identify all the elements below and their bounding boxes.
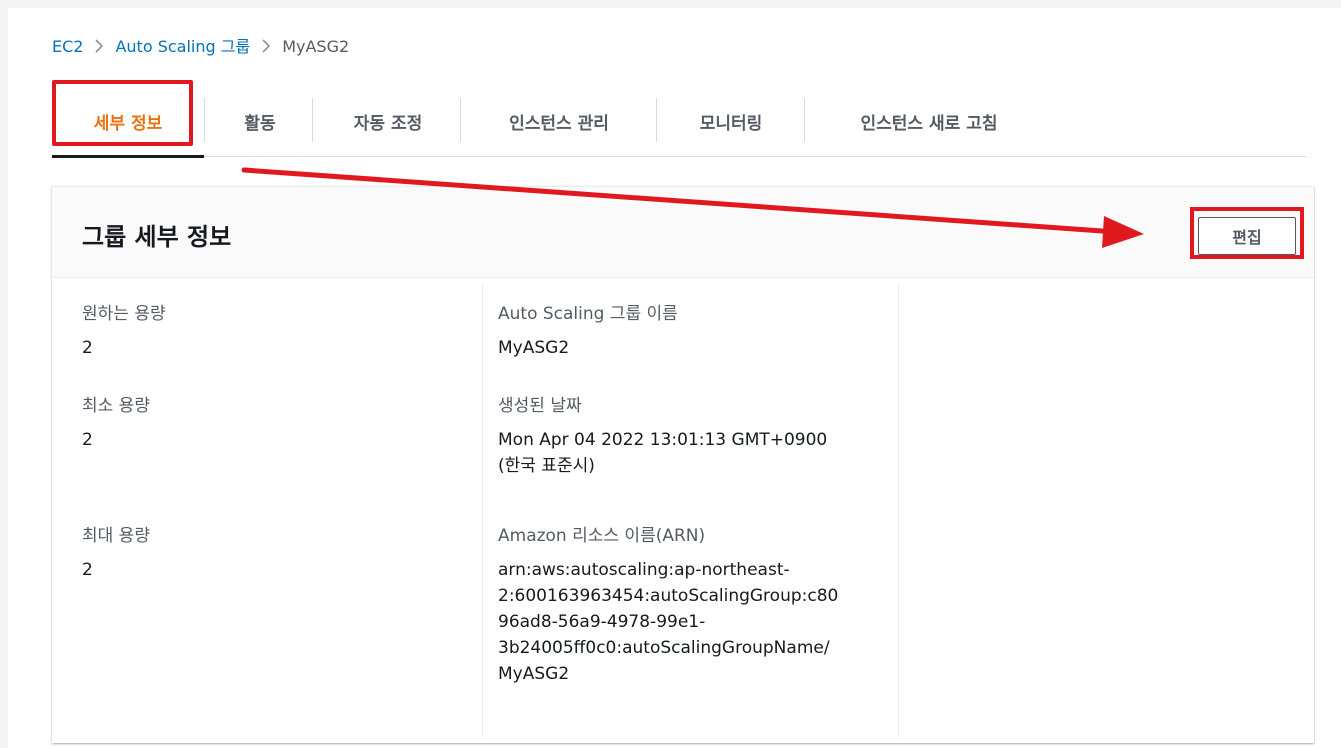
tab-bar: 세부 정보 활동 자동 조정 인스턴스 관리 모니터링 인스턴스 새로 고침: [52, 86, 1306, 158]
arn: Amazon 리소스 이름(ARN) arn:aws:autoscaling:a…: [498, 523, 888, 687]
tab-divider: [804, 98, 805, 142]
tab-automatic-scaling[interactable]: 자동 조정: [318, 86, 458, 156]
tab-divider: [204, 98, 205, 142]
min-capacity-label: 최소 용량: [82, 396, 150, 416]
page: EC2 Auto Scaling 그룹 MyASG2 세부 정보 활동 자동 조…: [8, 8, 1341, 748]
max-capacity: 최대 용량 2: [82, 523, 150, 583]
chevron-right-icon: [250, 36, 282, 58]
max-capacity-label: 최대 용량: [82, 526, 150, 546]
group-name-value: MyASG2: [498, 338, 570, 358]
created-date-line: Mon Apr 04 2022 13:01:13 GMT+0900: [498, 430, 828, 450]
arn-line: 3b24005ff0c0:autoScalingGroupName/: [498, 638, 830, 658]
min-capacity: 최소 용량 2: [82, 393, 150, 453]
breadcrumb-auto-scaling-groups[interactable]: Auto Scaling 그룹: [115, 36, 250, 58]
max-capacity-value: 2: [82, 560, 93, 580]
created-date-value: Mon Apr 04 2022 13:01:13 GMT+0900 (한국 표준…: [498, 427, 888, 479]
arn-line: 2:600163963454:autoScalingGroup:c80: [498, 586, 839, 606]
column-divider: [482, 285, 483, 737]
annotation-highlight-box: [52, 80, 193, 146]
breadcrumb-current: MyASG2: [282, 37, 350, 56]
min-capacity-value: 2: [82, 430, 93, 450]
group-details-panel: 그룹 세부 정보 편집 원하는 용량 2 최소 용량 2 최대 용량 2 Aut…: [52, 186, 1314, 743]
tab-activity[interactable]: 활동: [212, 86, 308, 156]
arn-line: arn:aws:autoscaling:ap-northeast-: [498, 560, 790, 580]
desired-capacity-value: 2: [82, 338, 93, 358]
group-name-label: Auto Scaling 그룹 이름: [498, 304, 678, 324]
tab-divider: [656, 98, 657, 142]
breadcrumb: EC2 Auto Scaling 그룹 MyASG2: [52, 36, 349, 58]
tab-monitoring[interactable]: 모니터링: [660, 86, 802, 156]
panel-title: 그룹 세부 정보: [82, 223, 232, 251]
chevron-right-icon: [83, 36, 115, 58]
breadcrumb-ec2[interactable]: EC2: [52, 36, 83, 58]
group-name: Auto Scaling 그룹 이름 MyASG2: [498, 301, 678, 361]
created-date-label: 생성된 날짜: [498, 396, 582, 416]
arn-label: Amazon 리소스 이름(ARN): [498, 526, 706, 546]
tab-divider: [460, 98, 461, 142]
desired-capacity: 원하는 용량 2: [82, 301, 166, 361]
created-date: 생성된 날짜 Mon Apr 04 2022 13:01:13 GMT+0900…: [498, 393, 888, 479]
arn-value: arn:aws:autoscaling:ap-northeast- 2:6001…: [498, 557, 888, 687]
tab-instance-management[interactable]: 인스턴스 관리: [464, 86, 654, 156]
panel-header: 그룹 세부 정보 편집: [52, 187, 1314, 278]
arn-line: MyASG2: [498, 664, 570, 684]
active-tab-underline: [52, 155, 204, 158]
tab-instance-refresh[interactable]: 인스턴스 새로 고침: [810, 86, 1048, 156]
arn-line: 96ad8-56a9-4978-99e1-: [498, 612, 706, 632]
column-divider: [898, 285, 899, 737]
tab-divider: [312, 98, 313, 142]
desired-capacity-label: 원하는 용량: [82, 304, 166, 324]
created-date-line: (한국 표준시): [498, 456, 595, 476]
annotation-highlight-box: [1190, 207, 1304, 259]
